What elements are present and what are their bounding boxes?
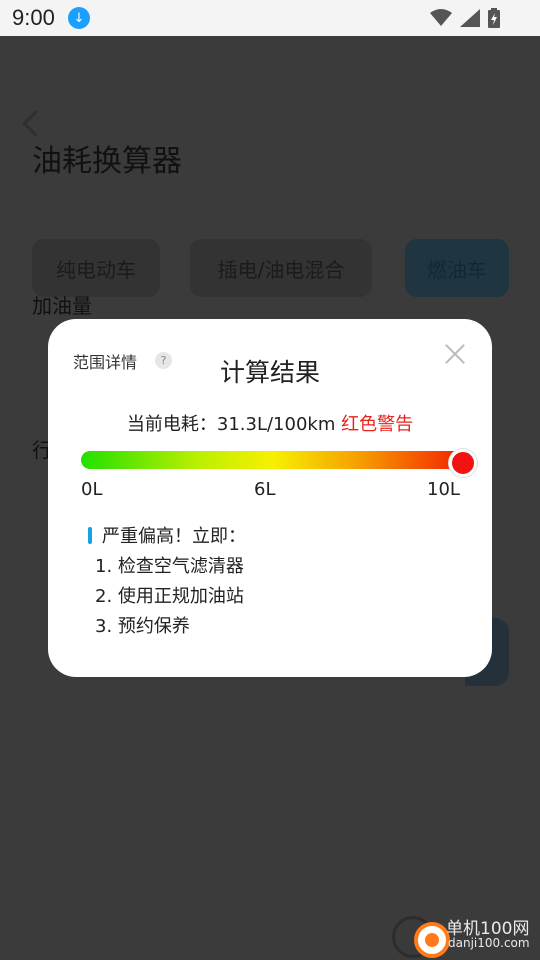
advice-step-2: 2. 使用正规加油站 xyxy=(95,586,244,607)
advice-heading: 严重偏高！立即： xyxy=(102,526,246,547)
refuel-amount-label: 加油量 xyxy=(32,294,92,318)
status-bar: 9:00 ↓ xyxy=(0,0,540,36)
wifi-icon xyxy=(430,9,452,26)
watermark-logo-mark-icon xyxy=(414,922,450,958)
gauge-tick-max: 10L xyxy=(427,479,460,500)
battery-icon xyxy=(488,8,500,28)
advice-block: 严重偏高！立即： 1. 检查空气滤清器 2. 使用正规加油站 3. 预约保养 xyxy=(86,522,246,642)
close-icon[interactable] xyxy=(442,341,468,367)
watermark: 单机100网 danji100.com xyxy=(384,912,534,958)
gauge-tick-mid: 6L xyxy=(254,479,276,500)
advice-step-1: 1. 检查空气滤清器 xyxy=(95,556,244,577)
current-consumption: 当前电耗：31.3L/100km 红色警告 xyxy=(48,410,492,436)
status-time: 9:00 xyxy=(12,5,55,30)
dialog-title: 计算结果 xyxy=(219,358,320,387)
page-title: 油耗换算器 xyxy=(32,144,182,179)
advice-heading-row: 严重偏高！立即： xyxy=(86,522,246,552)
gauge-indicator xyxy=(449,449,477,477)
consumption-gauge-bar xyxy=(81,451,465,469)
status-icons xyxy=(430,8,500,28)
tab-electric[interactable]: 纯电动车 xyxy=(32,239,160,297)
signal-icon xyxy=(460,9,480,27)
watermark-url: danji100.com xyxy=(448,936,530,950)
gauge-tick-min: 0L xyxy=(81,479,103,500)
warning-label: 红色警告 xyxy=(341,414,414,435)
back-arrow-icon[interactable] xyxy=(22,110,49,137)
current-consumption-value: 当前电耗：31.3L/100km xyxy=(126,414,336,435)
result-dialog: 范围详情 ? 计算结果 当前电耗：31.3L/100km 红色警告 0L 6L … xyxy=(48,319,492,677)
download-icon: ↓ xyxy=(68,7,90,29)
tab-fuel[interactable]: 燃油车 xyxy=(405,239,509,297)
advice-step-3: 3. 预约保养 xyxy=(95,616,190,637)
exclamation-icon xyxy=(88,527,92,544)
tab-hybrid[interactable]: 插电/油电混合 xyxy=(190,239,372,297)
